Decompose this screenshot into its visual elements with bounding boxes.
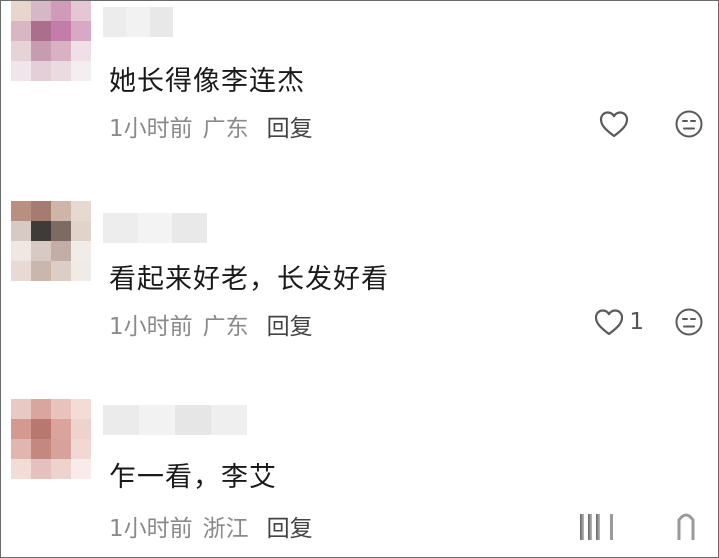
avatar-mosaic-cell — [71, 201, 91, 221]
avatar[interactable] — [11, 1, 91, 81]
avatar-mosaic-cell — [11, 41, 31, 61]
comment-location: 浙江 — [202, 516, 249, 542]
avatar-mosaic-cell — [71, 399, 91, 419]
avatar-mosaic-cell — [51, 201, 71, 221]
avatar-mosaic-cell — [31, 41, 51, 61]
emoji-icon-blurred — [677, 513, 694, 540]
comment-actions: 1 — [593, 307, 704, 337]
comment-meta: 1小时前 浙江 回复 — [109, 509, 313, 543]
avatar-mosaic-cell — [51, 1, 71, 21]
avatar-mosaic-cell — [11, 21, 31, 41]
avatar-mosaic-cell — [11, 439, 31, 459]
like-count: 1 — [629, 309, 644, 335]
avatar-mosaic-cell — [51, 419, 71, 439]
username-mosaic-cell — [137, 213, 173, 243]
avatar-mosaic-cell — [11, 221, 31, 241]
comment-meta: 1小时前 广东 回复 — [109, 307, 313, 341]
avatar-mosaic-cell — [71, 61, 91, 81]
avatar-mosaic-cell — [31, 399, 51, 419]
like-icon-blurred — [579, 514, 613, 540]
avatar-mosaic-cell — [31, 201, 51, 221]
comment-location: 广东 — [202, 116, 249, 142]
heart-outline-icon — [595, 309, 624, 336]
username-mosaic-cell — [103, 7, 127, 37]
reply-button[interactable]: 回复 — [267, 509, 313, 543]
username-mosaic-cell — [103, 213, 138, 243]
avatar-mosaic-cell — [11, 261, 31, 281]
comment-text: 乍一看，李艾 — [109, 462, 277, 493]
avatar-mosaic-cell — [51, 439, 71, 459]
avatar-mosaic-cell — [51, 21, 71, 41]
avatar-mosaic-cell — [51, 41, 71, 61]
avatar-mosaic-cell — [31, 1, 51, 21]
avatar-mosaic-cell — [71, 41, 91, 61]
avatar-mosaic-cell — [31, 221, 51, 241]
comment-meta: 1小时前 广东 回复 — [109, 109, 313, 143]
neutral-face-icon — [675, 308, 703, 336]
neutral-face-icon — [675, 110, 703, 138]
avatar-mosaic-cell — [11, 419, 31, 439]
avatar-mosaic-cell — [31, 459, 51, 479]
avatar-mosaic-cell — [31, 419, 51, 439]
avatar-mosaic-cell — [71, 21, 91, 41]
like-button[interactable] — [598, 109, 634, 139]
username-blurred[interactable] — [103, 405, 247, 435]
avatar-mosaic-cell — [11, 459, 31, 479]
avatar-mosaic-cell — [31, 21, 51, 41]
avatar-mosaic-cell — [11, 61, 31, 81]
comment-time: 1小时前 — [109, 314, 193, 340]
emoji-reaction-button[interactable] — [674, 109, 704, 139]
avatar-mosaic-cell — [31, 261, 51, 281]
heart-outline-icon — [599, 111, 629, 138]
avatar-mosaic-cell — [51, 221, 71, 241]
avatar-mosaic-cell — [11, 241, 31, 261]
avatar-mosaic-cell — [71, 221, 91, 241]
reply-button[interactable]: 回复 — [267, 109, 313, 143]
username-mosaic-cell — [103, 405, 139, 435]
username-blurred[interactable] — [103, 7, 173, 37]
username-mosaic-cell — [126, 7, 150, 37]
avatar[interactable] — [11, 399, 91, 479]
avatar-mosaic-cell — [11, 399, 31, 419]
comment-location: 广东 — [202, 314, 249, 340]
blurred-actions-overlay — [558, 501, 718, 551]
avatar-mosaic-cell — [71, 241, 91, 261]
avatar-mosaic-cell — [31, 439, 51, 459]
comment-text: 她长得像李连杰 — [109, 66, 305, 97]
avatar-mosaic-cell — [71, 459, 91, 479]
username-mosaic-cell — [175, 405, 211, 435]
avatar-mosaic-cell — [51, 241, 71, 261]
username-mosaic-cell — [139, 405, 175, 435]
avatar-mosaic-cell — [11, 1, 31, 21]
username-mosaic-cell — [172, 213, 208, 243]
avatar-mosaic-cell — [51, 459, 71, 479]
avatar-mosaic-cell — [51, 61, 71, 81]
comment-actions — [598, 109, 704, 139]
avatar-mosaic-cell — [71, 1, 91, 21]
avatar-mosaic-cell — [71, 261, 91, 281]
comment-list: 她长得像李连杰 1小时前 广东 回复 看起来好老，长发好看 1小时前 广东 回复… — [0, 0, 719, 558]
comment-text: 看起来好老，长发好看 — [109, 264, 389, 295]
avatar-mosaic-cell — [11, 201, 31, 221]
avatar[interactable] — [11, 201, 91, 281]
avatar-mosaic-cell — [31, 241, 51, 261]
avatar-mosaic-cell — [51, 261, 71, 281]
comment-time: 1小时前 — [109, 516, 193, 542]
avatar-mosaic-cell — [71, 439, 91, 459]
username-mosaic-cell — [211, 405, 247, 435]
avatar-mosaic-cell — [31, 61, 51, 81]
username-mosaic-cell — [149, 7, 173, 37]
avatar-mosaic-cell — [51, 399, 71, 419]
username-blurred[interactable] — [103, 213, 208, 243]
reply-button[interactable]: 回复 — [267, 307, 313, 341]
emoji-reaction-button[interactable] — [674, 307, 704, 337]
comment-time: 1小时前 — [109, 116, 193, 142]
avatar-mosaic-cell — [71, 419, 91, 439]
like-button[interactable]: 1 — [593, 307, 644, 337]
